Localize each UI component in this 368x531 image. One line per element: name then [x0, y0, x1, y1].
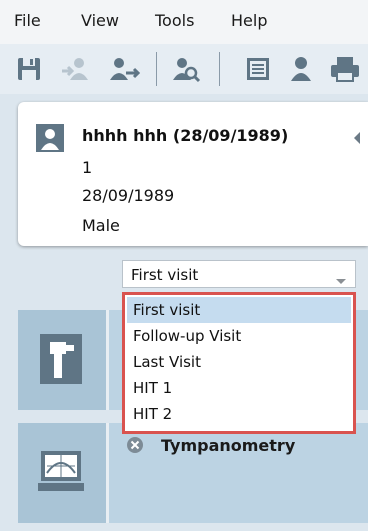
visit-select[interactable]: First visit [122, 260, 356, 288]
module-icon-box [18, 310, 109, 410]
tympanometry-monitor-icon [38, 445, 84, 499]
form-icon[interactable] [243, 54, 273, 84]
menu-tools[interactable]: Tools [155, 11, 194, 30]
search-user-icon[interactable] [170, 54, 201, 84]
user-icon[interactable] [286, 54, 316, 84]
patient-avatar-icon [36, 124, 64, 152]
visit-dropdown-list: First visit Follow-up Visit Last Visit H… [122, 292, 356, 434]
menu-bar: File View Tools Help [0, 0, 368, 44]
patient-id: 1 [82, 158, 93, 177]
close-icon[interactable] [126, 436, 144, 454]
visit-select-value: First visit [131, 266, 199, 284]
patient-card[interactable]: hhhh hhh (28/09/1989) 1 28/09/1989 Male [18, 102, 368, 246]
menu-help[interactable]: Help [231, 11, 267, 30]
print-icon[interactable] [328, 54, 359, 84]
dropdown-option[interactable]: HIT 1 [127, 375, 351, 401]
patient-dob: 28/09/1989 [82, 186, 175, 205]
menu-file[interactable]: File [14, 11, 41, 30]
dropdown-option[interactable]: Follow-up Visit [127, 323, 351, 349]
patient-name: hhhh hhh (28/09/1989) [82, 126, 289, 145]
menu-view[interactable]: View [81, 11, 119, 30]
module-icon-box [18, 423, 109, 523]
dropdown-option[interactable]: First visit [127, 297, 351, 323]
toolbar-divider [156, 52, 157, 86]
chevron-down-icon[interactable] [335, 271, 347, 290]
toolbar-divider [219, 52, 220, 86]
otoscope-icon [38, 332, 84, 386]
toolbar [0, 44, 368, 94]
export-user-icon[interactable] [106, 54, 141, 84]
module-title: Tympanometry [161, 436, 296, 455]
save-icon[interactable] [14, 54, 44, 84]
module-tile-tympanometry[interactable]: Tympanometry [18, 423, 368, 523]
transfer-user-icon[interactable] [60, 54, 90, 84]
patient-sex: Male [82, 216, 120, 235]
dropdown-option[interactable]: Last Visit [127, 349, 351, 375]
collapse-arrow-icon[interactable] [352, 130, 362, 149]
dropdown-option[interactable]: HIT 2 [127, 401, 351, 427]
